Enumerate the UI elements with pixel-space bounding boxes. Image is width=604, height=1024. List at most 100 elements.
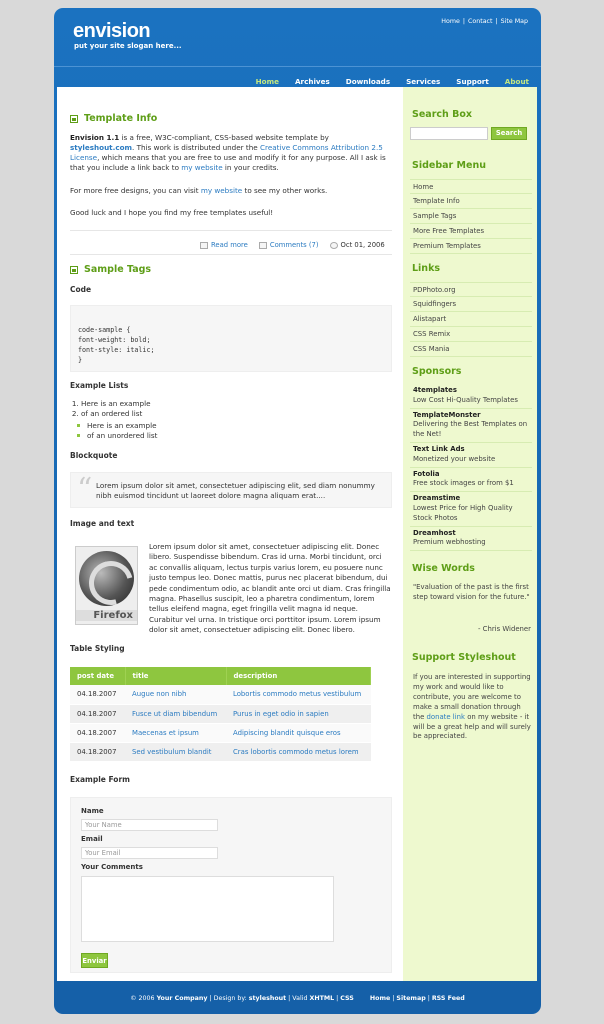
- footer-link-sitemap[interactable]: Sitemap: [396, 995, 425, 1002]
- sidebar-item-premium[interactable]: Premium Templates: [410, 239, 532, 254]
- link-cssmania[interactable]: CSS Mania: [410, 342, 532, 357]
- lists-heading: Example Lists: [70, 381, 129, 390]
- sponsor-name[interactable]: Dreamstime: [413, 494, 460, 502]
- sponsor-item[interactable]: Dreamhost Premium webhosting: [410, 527, 532, 552]
- footer-xhtml-link[interactable]: XHTML: [309, 995, 334, 1002]
- nav-support[interactable]: Support: [456, 77, 489, 86]
- sponsor-item[interactable]: 4templates Low Cost Hi-Quality Templates: [410, 384, 532, 409]
- comments-textarea[interactable]: [81, 876, 334, 942]
- date-item: Oct 01, 2006: [329, 241, 385, 249]
- page-wrapper: envision put your site slogan here... Ho…: [54, 8, 541, 1014]
- footer-valid-label: Valid: [292, 995, 308, 1002]
- styleshout-link[interactable]: styleshout.com: [70, 143, 132, 152]
- link-alistapart[interactable]: Alistapart: [410, 312, 532, 327]
- table-row: 04.18.2007 Sed vestibulum blandit Cras l…: [70, 742, 371, 762]
- table-cell-link[interactable]: Sed vestibulum blandit: [125, 742, 226, 762]
- table-cell-link[interactable]: Maecenas et ipsum: [125, 723, 226, 743]
- table-cell-link[interactable]: Fusce ut diam bibendum: [125, 704, 226, 724]
- read-more-link[interactable]: Read more: [211, 241, 248, 249]
- table-header-row: post date title description: [70, 667, 371, 685]
- intro-paragraph: Envision 1.1 is a free, W3C-compliant, C…: [70, 133, 390, 173]
- wise-author: - Chris Widener: [477, 625, 531, 633]
- nav-downloads[interactable]: Downloads: [346, 77, 390, 86]
- comments-label: Your Comments: [81, 863, 143, 871]
- nav-services[interactable]: Services: [406, 77, 440, 86]
- list-item: Here is an example: [81, 399, 151, 409]
- sponsor-item[interactable]: Fotolia Free stock images or from $1: [410, 468, 532, 493]
- top-link-sitemap[interactable]: Site Map: [501, 18, 528, 25]
- intro-text-b: . This work is distributed under the: [132, 143, 260, 152]
- sponsor-item[interactable]: Text Link Ads Monetized your website: [410, 443, 532, 468]
- wise-words-heading: Wise Words: [412, 563, 475, 574]
- footer-link-home[interactable]: Home: [370, 995, 390, 1002]
- donate-link[interactable]: donate link: [427, 713, 466, 721]
- footer-css-link[interactable]: CSS: [340, 995, 354, 1002]
- code-line: code-sample {: [78, 326, 131, 334]
- sponsor-name[interactable]: Dreamhost: [413, 529, 456, 537]
- top-link-contact[interactable]: Contact: [468, 18, 493, 25]
- sponsor-name[interactable]: 4templates: [413, 386, 457, 394]
- link-squidfingers[interactable]: Squidfingers: [410, 297, 532, 312]
- comments-item[interactable]: Comments (7): [258, 241, 319, 249]
- quote-icon: “: [77, 472, 93, 507]
- submit-button[interactable]: Enviar: [81, 953, 108, 968]
- table-cell-link[interactable]: Adipiscing blandit quisque eros: [226, 723, 371, 743]
- link-pdphoto[interactable]: PDPhoto.org: [410, 282, 532, 297]
- my-website-link[interactable]: my website: [181, 163, 222, 172]
- post-date: Oct 01, 2006: [340, 241, 385, 249]
- code-line: }: [78, 356, 83, 364]
- name-input[interactable]: Your Name: [81, 819, 218, 831]
- footer-link-rss[interactable]: RSS Feed: [432, 995, 465, 1002]
- list-item-text: Here is an example: [87, 421, 157, 430]
- sponsor-item[interactable]: Dreamstime Lowest Price for High Quality …: [410, 492, 532, 527]
- search-button[interactable]: Search: [491, 127, 527, 140]
- sponsor-desc: Premium webhosting: [413, 538, 486, 547]
- top-link-home[interactable]: Home: [441, 18, 460, 25]
- template-info-title: Template Info: [84, 113, 158, 124]
- sponsor-desc: Delivering the Best Templates on the Net…: [413, 420, 528, 439]
- divider: [70, 254, 392, 255]
- sponsor-name[interactable]: Text Link Ads: [413, 445, 465, 453]
- table-cell-link[interactable]: Purus in eget odio in sapien: [226, 704, 371, 724]
- sidebar-menu-heading: Sidebar Menu: [412, 160, 486, 171]
- sponsor-name[interactable]: TemplateMonster: [413, 411, 481, 419]
- footer-company[interactable]: Your Company: [157, 995, 208, 1002]
- footer-designer-link[interactable]: styleshout: [249, 995, 286, 1002]
- read-more-item[interactable]: Read more: [200, 241, 248, 249]
- link-cssremix[interactable]: CSS Remix: [410, 327, 532, 342]
- table-cell: 04.18.2007: [70, 704, 125, 724]
- sidebar-item-template-info[interactable]: Template Info: [410, 194, 532, 209]
- header: envision put your site slogan here... Ho…: [54, 8, 541, 66]
- sidebar-item-more-templates[interactable]: More Free Templates: [410, 224, 532, 239]
- form-heading: Example Form: [70, 775, 130, 784]
- comments-link[interactable]: Comments (7): [270, 241, 319, 249]
- sidebar-item-home[interactable]: Home: [410, 179, 532, 194]
- firefox-globe-icon: [79, 551, 134, 606]
- list-item-text: of an unordered list: [87, 430, 158, 440]
- nav-about[interactable]: About: [505, 77, 529, 86]
- intro-bold: Envision 1.1: [70, 133, 120, 142]
- list-item: of an ordered list: [81, 409, 151, 419]
- site-logo[interactable]: envision: [73, 20, 151, 43]
- example-form: Name Your Name Email Your Email Your Com…: [70, 797, 392, 973]
- sample-tags-title: Sample Tags: [84, 264, 152, 275]
- nav-home[interactable]: Home: [256, 77, 279, 86]
- table-cell: 04.18.2007: [70, 685, 125, 705]
- table-cell-link[interactable]: Cras lobortis commodo metus lorem: [226, 742, 371, 762]
- blockquote: “ Lorem ipsum dolor sit amet, consectetu…: [70, 472, 392, 508]
- sample-tags-heading: Sample Tags: [70, 264, 151, 275]
- sidebar-menu: Home Template Info Sample Tags More Free…: [410, 179, 532, 254]
- table-cell-link[interactable]: Lobortis commodo metus vestibulum: [226, 685, 371, 705]
- post-box-icon: [70, 265, 78, 274]
- sidebar-item-sample-tags[interactable]: Sample Tags: [410, 209, 532, 224]
- sidebar: Search Box Search Sidebar Menu Home Temp…: [403, 87, 537, 981]
- email-input[interactable]: Your Email: [81, 847, 218, 859]
- table-cell-link[interactable]: Augue non nibh: [125, 685, 226, 705]
- search-input[interactable]: [410, 127, 488, 140]
- sponsor-name[interactable]: Fotolia: [413, 470, 440, 478]
- sponsor-item[interactable]: TemplateMonster Delivering the Best Templ…: [410, 409, 532, 443]
- email-label: Email: [81, 835, 103, 843]
- nav-archives[interactable]: Archives: [295, 77, 330, 86]
- bullet-icon: [77, 424, 80, 428]
- my-website-link-2[interactable]: my website: [201, 186, 242, 195]
